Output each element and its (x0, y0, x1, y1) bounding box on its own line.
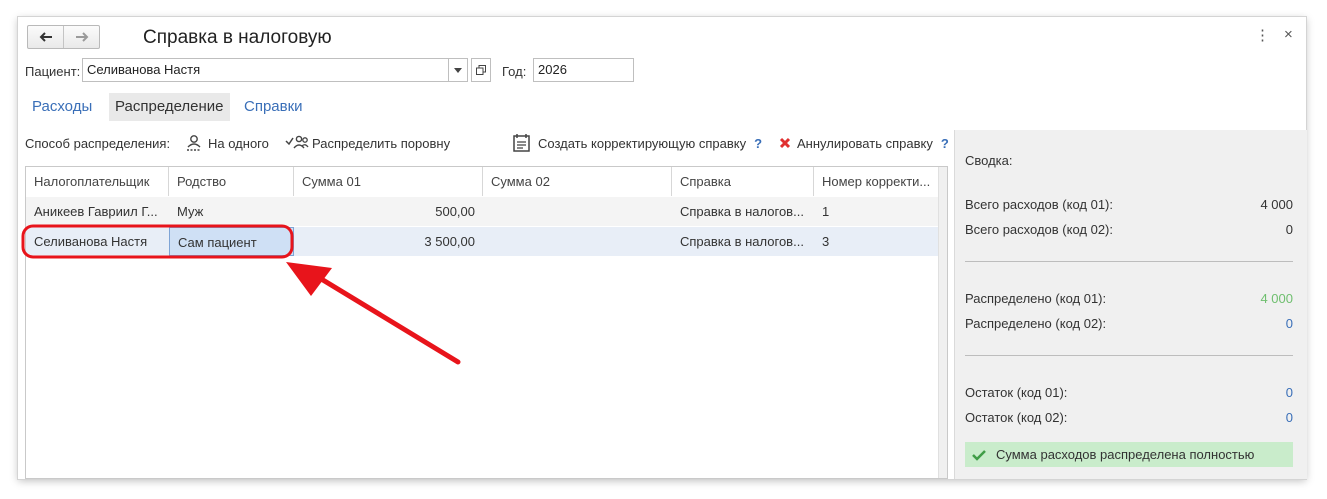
status-message: Сумма расходов распределена полностью (965, 442, 1293, 467)
total02-label: Всего расходов (код 02): (965, 222, 1113, 237)
status-text: Сумма расходов распределена полностью (996, 447, 1255, 462)
column-header[interactable]: Сумма 01 (294, 167, 483, 196)
table-row[interactable]: Аникеев Гавриил Г... Муж 500,00 Справка … (26, 197, 940, 226)
dist02-value: 0 (1285, 316, 1293, 331)
history-nav (27, 25, 100, 49)
create-correction-button[interactable]: Создать корректирующую справку ? (512, 133, 762, 153)
patient-open-button[interactable] (471, 58, 491, 82)
to-one-label: На одного (208, 135, 269, 151)
relation-cell[interactable]: Муж (169, 197, 294, 226)
rest02-label: Остаток (код 02): (965, 410, 1068, 425)
red-cross-icon (779, 137, 791, 149)
certificate-cell[interactable]: Справка в налогов... (672, 197, 814, 226)
table-header: Налогоплательщик Родство Сумма 01 Сумма … (26, 167, 940, 198)
column-header[interactable]: Налогоплательщик (26, 167, 169, 196)
total01-label: Всего расходов (код 01): (965, 197, 1113, 212)
tab-certificates[interactable]: Справки (238, 93, 309, 121)
summary-title: Сводка: (965, 153, 1013, 168)
dist01-label: Распределено (код 01): (965, 291, 1107, 306)
distribute-evenly-label: Распределить поровну (312, 135, 451, 151)
tab-expenses[interactable]: Расходы (26, 93, 98, 121)
taxpayer-cell[interactable]: Аникеев Гавриил Г... (26, 197, 169, 226)
back-button[interactable] (28, 26, 63, 48)
correction-number-cell[interactable]: 1 (814, 197, 940, 226)
calendar-document-icon (513, 134, 530, 152)
relation-cell[interactable]: Сам пациент (169, 227, 294, 256)
tab-distribution[interactable]: Распределение (109, 93, 230, 121)
taxpayer-cell[interactable]: Селиванова Настя (26, 227, 169, 256)
arrow-right-icon (75, 32, 88, 42)
distribute-evenly-button[interactable]: Распределить поровну (285, 133, 450, 153)
to-one-button[interactable]: На одного (185, 133, 269, 153)
column-header[interactable]: Справка (672, 167, 814, 196)
cancel-certificate-label: Аннулировать справку (797, 135, 933, 151)
create-correction-label: Создать корректирующую справку (538, 135, 747, 151)
dist01-value: 4 000 (1260, 291, 1293, 306)
dialog-window: Справка в налоговую ⋮ × Пациент: Селиван… (18, 17, 1307, 479)
distribution-method-label: Способ распределения: (25, 135, 171, 151)
close-icon[interactable]: × (1284, 26, 1293, 43)
sum01-cell[interactable]: 500,00 (294, 197, 483, 226)
window-title: Справка в налоговую (143, 27, 332, 48)
patient-dropdown-button[interactable] (448, 58, 468, 82)
rest01-label: Остаток (код 01): (965, 385, 1068, 400)
sum02-cell[interactable] (483, 197, 672, 226)
sum02-cell[interactable] (483, 227, 672, 256)
column-header[interactable]: Родство (169, 167, 294, 196)
open-window-icon (476, 65, 486, 75)
distribution-table: Налогоплательщик Родство Сумма 01 Сумма … (25, 166, 948, 479)
sum01-cell[interactable]: 3 500,00 (294, 227, 483, 256)
divider (965, 355, 1293, 356)
cancel-certificate-button[interactable]: Аннулировать справку ? (779, 133, 949, 153)
table-scrollbar[interactable] (938, 167, 947, 478)
checkmark-icon (972, 449, 986, 461)
correction-number-cell[interactable]: 3 (814, 227, 940, 256)
help-icon[interactable]: ? (754, 136, 762, 151)
rest01-value: 0 (1285, 385, 1293, 400)
summary-panel: Сводка: Всего расходов (код 01): 4 000 В… (954, 130, 1307, 479)
patient-label: Пациент: (25, 64, 81, 79)
divider (965, 261, 1293, 262)
table-row-selected[interactable]: Селиванова Настя Сам пациент 3 500,00 Сп… (26, 227, 940, 256)
help-icon[interactable]: ? (941, 136, 949, 151)
certificate-cell[interactable]: Справка в налогов... (672, 227, 814, 256)
year-label: Год: (502, 64, 527, 79)
total01-value: 4 000 (1260, 197, 1293, 212)
person-icon (187, 135, 201, 151)
dist02-label: Распределено (код 02): (965, 316, 1107, 331)
total02-value: 0 (1285, 222, 1293, 237)
column-header[interactable]: Сумма 02 (483, 167, 672, 196)
patient-field[interactable]: Селиванова Настя (82, 58, 449, 82)
group-icon (285, 135, 309, 149)
arrow-left-icon (39, 32, 52, 42)
more-menu-icon[interactable]: ⋮ (1255, 26, 1270, 44)
rest02-value: 0 (1285, 410, 1293, 425)
forward-button[interactable] (63, 26, 99, 48)
column-header[interactable]: Номер корректи... (814, 167, 940, 196)
year-field[interactable]: 2026 (533, 58, 634, 82)
dropdown-arrow-icon (454, 67, 462, 73)
